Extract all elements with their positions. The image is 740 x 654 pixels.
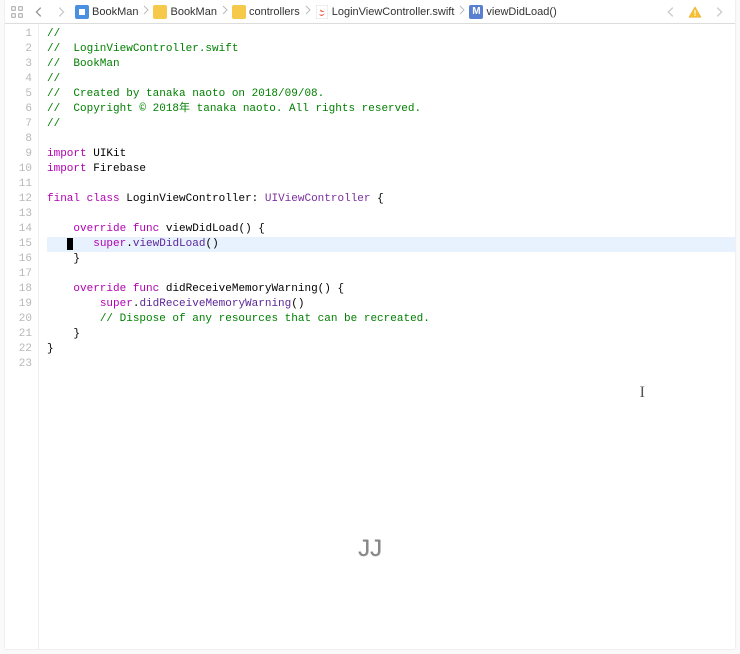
line-number: 4 — [5, 72, 32, 87]
line-number: 15 — [5, 237, 32, 252]
code-line[interactable]: // Dispose of any resources that can be … — [47, 312, 735, 327]
line-number: 9 — [5, 147, 32, 162]
breadcrumb-separator-icon — [302, 5, 313, 18]
line-number: 1 — [5, 27, 32, 42]
warning-icon — [688, 5, 702, 19]
breadcrumb-label: BookMan — [170, 6, 216, 18]
code-line[interactable]: // Created by tanaka naoto on 2018/09/08… — [47, 87, 735, 102]
breadcrumb-item[interactable]: BookMan — [73, 5, 140, 19]
nav-back-button[interactable] — [29, 2, 49, 22]
text-cursor-icon: I — [640, 384, 645, 402]
breadcrumb-item[interactable]: LoginViewController.swift — [313, 5, 457, 19]
breadcrumb: BookMan BookMan controllers LoginViewContro… — [73, 5, 659, 19]
line-number: 3 — [5, 57, 32, 72]
line-number: 5 — [5, 87, 32, 102]
breadcrumb-label: LoginViewController.swift — [332, 6, 455, 18]
code-line[interactable]: import UIKit — [47, 147, 735, 162]
line-number: 13 — [5, 207, 32, 222]
breadcrumb-separator-icon — [219, 5, 230, 18]
code-line[interactable]: override func didReceiveMemoryWarning() … — [47, 282, 735, 297]
code-line[interactable]: } — [47, 327, 735, 342]
line-gutter: 1234567891011121314151617181920212223 — [5, 24, 39, 649]
folder-icon — [153, 5, 167, 19]
line-number: 11 — [5, 177, 32, 192]
keystroke-text: JJ — [358, 535, 382, 563]
nav-forward-button[interactable] — [51, 2, 71, 22]
code-line[interactable] — [47, 267, 735, 282]
code-line[interactable]: // LoginViewController.swift — [47, 42, 735, 57]
warnings-button[interactable] — [685, 2, 705, 22]
code-line[interactable]: super.viewDidLoad() — [47, 237, 735, 252]
breadcrumb-label: controllers — [249, 6, 300, 18]
chevron-left-icon — [32, 5, 46, 19]
line-number: 18 — [5, 282, 32, 297]
chevron-right-icon — [54, 5, 68, 19]
line-number: 2 — [5, 42, 32, 57]
swift-file-icon — [315, 5, 329, 19]
breadcrumb-separator-icon — [456, 5, 467, 18]
breadcrumb-label: viewDidLoad() — [486, 6, 556, 18]
breadcrumb-item[interactable]: MviewDidLoad() — [467, 5, 558, 19]
line-number: 16 — [5, 252, 32, 267]
line-number: 19 — [5, 297, 32, 312]
code-line[interactable]: final class LoginViewController: UIViewC… — [47, 192, 735, 207]
line-number: 14 — [5, 222, 32, 237]
code-line[interactable] — [47, 177, 735, 192]
method-icon: M — [469, 5, 483, 19]
breadcrumb-item[interactable]: controllers — [230, 5, 302, 19]
code-line[interactable]: // BookMan — [47, 57, 735, 72]
line-number: 7 — [5, 117, 32, 132]
code-line[interactable] — [47, 132, 735, 147]
line-number: 6 — [5, 102, 32, 117]
breadcrumb-label: BookMan — [92, 6, 138, 18]
code-line[interactable]: } — [47, 252, 735, 267]
folder-icon — [232, 5, 246, 19]
line-number: 21 — [5, 327, 32, 342]
line-number: 10 — [5, 162, 32, 177]
line-number: 8 — [5, 132, 32, 147]
keystroke-overlay: JJ — [358, 535, 382, 563]
code-line[interactable]: // Copyright © 2018年 tanaka naoto. All r… — [47, 102, 735, 117]
chevron-right-icon — [712, 5, 726, 19]
code-line[interactable]: // — [47, 27, 735, 42]
line-number: 23 — [5, 357, 32, 372]
related-items-button[interactable] — [7, 2, 27, 22]
code-line[interactable] — [47, 207, 735, 222]
code-line[interactable]: // — [47, 117, 735, 132]
breadcrumb-item[interactable]: BookMan — [151, 5, 218, 19]
code-line[interactable] — [47, 357, 735, 372]
issue-next-button[interactable] — [709, 2, 729, 22]
code-line[interactable]: override func viewDidLoad() { — [47, 222, 735, 237]
breadcrumb-separator-icon — [140, 5, 151, 18]
line-number: 20 — [5, 312, 32, 327]
code-content[interactable]: //// LoginViewController.swift// BookMan… — [39, 24, 735, 649]
issue-nav — [661, 2, 733, 22]
code-line[interactable]: } — [47, 342, 735, 357]
grid-icon — [10, 5, 24, 19]
issue-prev-button[interactable] — [661, 2, 681, 22]
code-line[interactable]: import Firebase — [47, 162, 735, 177]
line-number: 22 — [5, 342, 32, 357]
code-line[interactable]: super.didReceiveMemoryWarning() — [47, 297, 735, 312]
code-line[interactable]: // — [47, 72, 735, 87]
jump-bar: BookMan BookMan controllers LoginViewContro… — [5, 0, 735, 24]
project-icon — [75, 5, 89, 19]
chevron-left-icon — [664, 5, 678, 19]
line-number: 17 — [5, 267, 32, 282]
line-number: 12 — [5, 192, 32, 207]
